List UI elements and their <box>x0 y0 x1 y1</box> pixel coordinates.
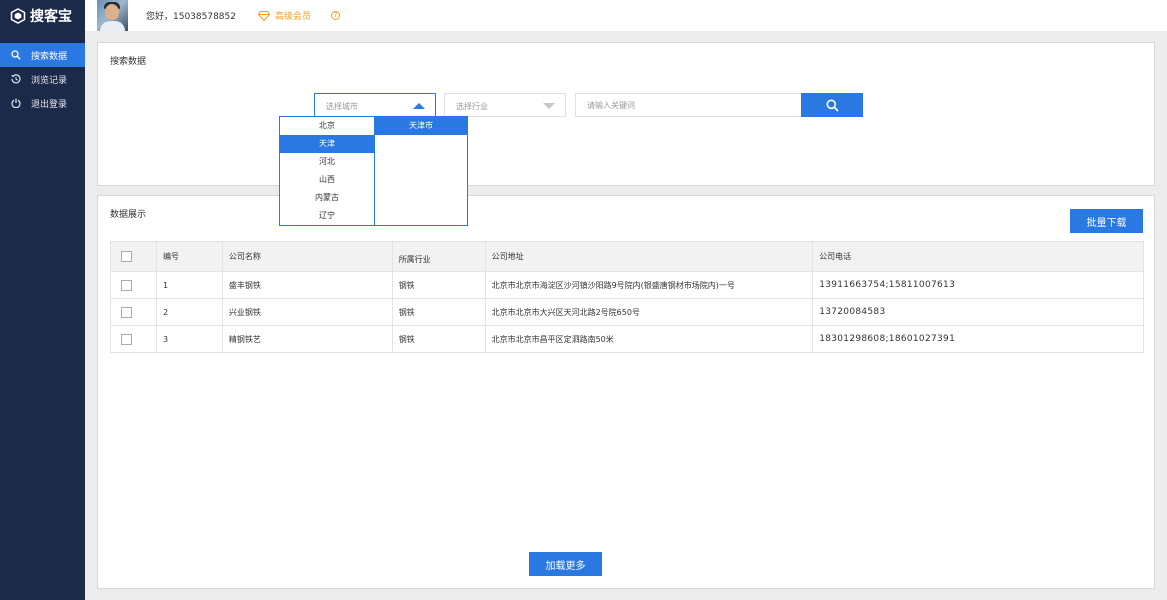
sidebar: 搜客宝 搜索数据 浏览记录 退出登录 <box>0 0 85 600</box>
table-header-row: 编号 公司名称 所属行业 公司地址 公司电话 <box>110 241 1144 272</box>
province-option[interactable]: 河北 <box>280 153 374 171</box>
row-checkbox-cell <box>110 271 157 299</box>
data-panel: 数据展示 批量下载 编号 公司名称 所属行业 公司地址 公司电话 1 盛丰钢铁 … <box>97 195 1155 589</box>
user-greeting: 您好，15038578852 <box>146 12 236 22</box>
cell-address: 北京市北京市大兴区天河北路2号院650号 <box>484 298 814 326</box>
load-more-button[interactable]: 加载更多 <box>529 552 602 576</box>
vip-badge: 高级会员 <box>258 9 311 22</box>
sidebar-item-logout[interactable]: 退出登录 <box>0 91 85 115</box>
row-checkbox-cell <box>110 325 157 353</box>
sidebar-item-label: 搜索数据 <box>31 51 68 62</box>
sidebar-item-label: 浏览记录 <box>31 75 68 86</box>
search-panel-title: 搜索数据 <box>110 57 147 67</box>
batch-download-button[interactable]: 批量下载 <box>1070 209 1143 233</box>
column-header-phone: 公司电话 <box>812 241 1144 272</box>
vip-label: 高级会员 <box>275 12 312 22</box>
cell-name: 兴业钢铁 <box>221 298 393 326</box>
province-option[interactable]: 北京 <box>280 117 374 135</box>
city-select-placeholder: 选择城市 <box>326 102 358 111</box>
app-logo[interactable]: 搜客宝 <box>0 0 85 32</box>
cell-id: 3 <box>155 325 223 353</box>
data-panel-title: 数据展示 <box>110 210 147 220</box>
search-icon <box>826 99 839 112</box>
row-checkbox-cell <box>110 298 157 326</box>
app-name: 搜客宝 <box>30 9 72 25</box>
sidebar-item-history[interactable]: 浏览记录 <box>0 67 85 91</box>
help-icon[interactable]: ? <box>331 11 341 20</box>
table-row: 2 兴业钢铁 钢铁 北京市北京市大兴区天河北路2号院650号 137200845… <box>110 298 1144 326</box>
province-option[interactable]: 辽宁 <box>280 207 374 225</box>
search-panel: 搜索数据 选择城市 选择行业 <box>97 42 1155 186</box>
city-dropdown: 北京 天津 河北 山西 内蒙古 辽宁 天津市 <box>279 116 468 226</box>
cell-industry: 钢铁 <box>391 271 486 299</box>
caret-up-icon <box>413 103 425 109</box>
row-checkbox[interactable] <box>121 333 132 345</box>
logo-icon <box>10 8 26 24</box>
row-checkbox[interactable] <box>121 306 132 318</box>
row-checkbox[interactable] <box>121 279 132 291</box>
industry-select[interactable]: 选择行业 <box>444 93 566 117</box>
select-all-checkbox[interactable] <box>121 251 132 262</box>
search-icon <box>10 49 22 61</box>
table-row: 3 精钢铁艺 钢铁 北京市北京市昌平区定泗路南50米 18301298608;1… <box>110 325 1144 353</box>
column-header-industry: 所属行业 <box>391 241 486 272</box>
cell-phone: 18301298608;18601027391 <box>812 325 1144 353</box>
cell-phone: 13911663754;15811007613 <box>812 271 1144 299</box>
power-icon <box>10 97 22 109</box>
province-list: 北京 天津 河北 山西 内蒙古 辽宁 <box>280 117 375 225</box>
caret-down-icon <box>543 103 555 109</box>
cell-address: 北京市北京市海淀区沙河镇沙阳路9号院内(银盛唐钢材市场院内)一号 <box>484 271 814 299</box>
sidebar-item-search-data[interactable]: 搜索数据 <box>0 43 85 67</box>
top-bar: 您好，15038578852 高级会员 ? <box>85 0 1167 31</box>
keyword-input[interactable] <box>575 93 802 117</box>
sidebar-nav: 搜索数据 浏览记录 退出登录 <box>0 43 85 115</box>
cell-phone: 13720084583 <box>812 298 1144 326</box>
column-header-id: 编号 <box>155 241 223 272</box>
industry-select-placeholder: 选择行业 <box>456 102 488 111</box>
select-all-cell <box>110 241 157 272</box>
province-option-selected[interactable]: 天津 <box>280 135 374 153</box>
province-option[interactable]: 山西 <box>280 171 374 189</box>
cell-name: 盛丰钢铁 <box>221 271 393 299</box>
cell-id: 2 <box>155 298 223 326</box>
table-row: 1 盛丰钢铁 钢铁 北京市北京市海淀区沙河镇沙阳路9号院内(银盛唐钢材市场院内)… <box>110 271 1144 299</box>
cell-id: 1 <box>155 271 223 299</box>
province-option[interactable]: 内蒙古 <box>280 189 374 207</box>
company-table: 编号 公司名称 所属行业 公司地址 公司电话 1 盛丰钢铁 钢铁 北京市北京市海… <box>110 241 1144 353</box>
city-option[interactable]: 天津市 <box>375 117 467 135</box>
city-list: 天津市 <box>375 117 467 225</box>
city-select[interactable]: 选择城市 <box>314 93 436 117</box>
history-icon <box>10 73 22 85</box>
diamond-icon <box>258 10 270 21</box>
cell-address: 北京市北京市昌平区定泗路南50米 <box>484 325 814 353</box>
column-header-name: 公司名称 <box>221 241 393 272</box>
cell-industry: 钢铁 <box>391 325 486 353</box>
search-button[interactable] <box>801 93 863 117</box>
cell-name: 精钢铁艺 <box>221 325 393 353</box>
avatar[interactable] <box>97 0 128 31</box>
cell-industry: 钢铁 <box>391 298 486 326</box>
column-header-address: 公司地址 <box>484 241 814 272</box>
sidebar-item-label: 退出登录 <box>31 99 68 110</box>
